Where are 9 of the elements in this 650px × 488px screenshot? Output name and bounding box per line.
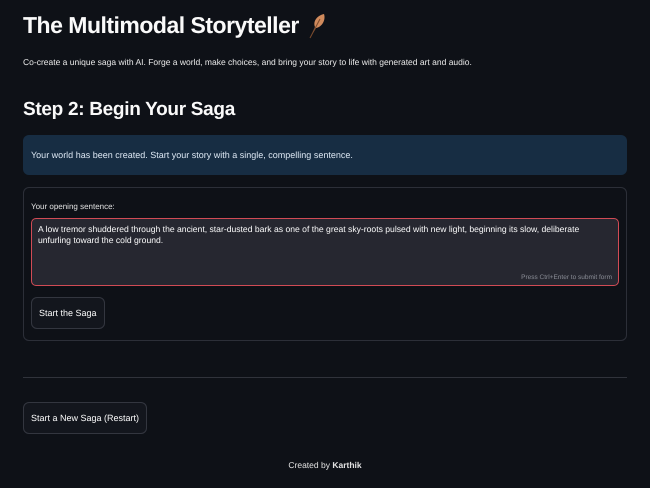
start-saga-button[interactable]: Start the Saga: [31, 297, 105, 329]
feather-icon: [306, 12, 327, 38]
page-subtitle: Co-create a unique saga with AI. Forge a world, make choices, and bring your story to life with generated art and audio.: [23, 57, 473, 67]
info-message: Your world has been created. Start your story with a single, compelling sentence.: [23, 135, 627, 175]
step-heading: Step 2: Begin Your Saga: [23, 99, 236, 121]
restart-button[interactable]: Start a New Saga (Restart): [23, 402, 148, 434]
footer-credit: Created by Karthik: [288, 460, 362, 470]
page-title: The Multimodal Storyteller: [23, 12, 299, 39]
field-label: Your opening sentence:: [31, 202, 116, 211]
